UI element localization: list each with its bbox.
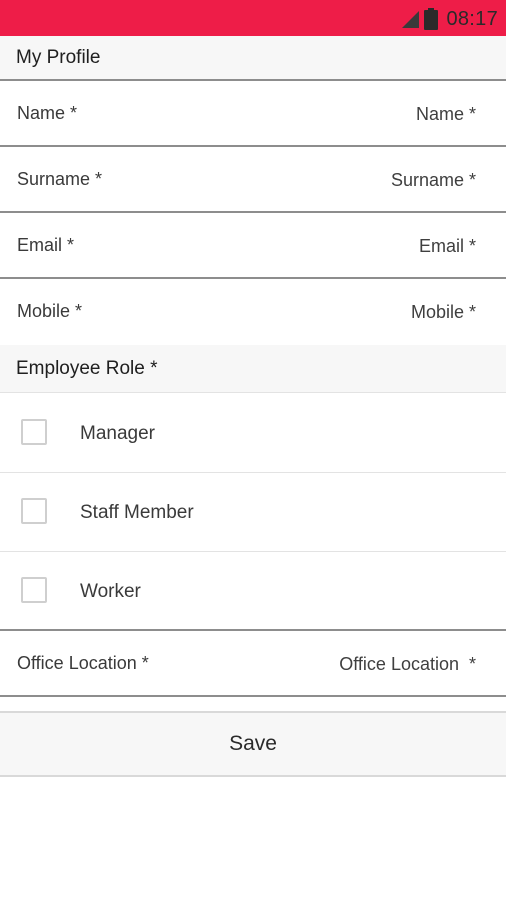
employee-role-header: Employee Role * xyxy=(0,345,506,393)
office-location-field[interactable] xyxy=(226,647,476,681)
manager-checkbox[interactable] xyxy=(21,419,47,445)
role-option-worker[interactable]: Worker xyxy=(0,553,506,631)
email-field[interactable] xyxy=(226,229,476,263)
surname-field[interactable] xyxy=(226,163,476,197)
save-button[interactable]: Save xyxy=(0,711,506,777)
surname-label: Surname * xyxy=(17,169,103,189)
status-icons: 08:17 xyxy=(400,7,498,31)
name-field[interactable] xyxy=(226,97,476,131)
role-option-manager[interactable]: Manager xyxy=(0,395,506,473)
status-bar: 08:17 xyxy=(0,0,506,36)
save-button-label: Save xyxy=(229,732,277,755)
battery-icon xyxy=(424,8,439,30)
worker-label: Worker xyxy=(80,581,141,602)
office-location-row: Office Location * xyxy=(0,633,506,697)
surname-row: Surname * xyxy=(0,149,506,213)
profile-header: My Profile xyxy=(0,36,506,81)
name-row: Name * xyxy=(0,83,506,147)
mobile-row: Mobile * xyxy=(0,281,506,345)
status-time: 08:17 xyxy=(446,7,498,30)
manager-label: Manager xyxy=(80,423,155,444)
profile-title: My Profile xyxy=(16,46,101,68)
mobile-label: Mobile * xyxy=(17,301,83,321)
email-row: Email * xyxy=(0,215,506,279)
office-location-label: Office Location * xyxy=(17,653,149,673)
signal-icon xyxy=(402,11,420,28)
name-label: Name * xyxy=(17,103,78,123)
employee-role-title: Employee Role * xyxy=(16,357,158,379)
mobile-field[interactable] xyxy=(226,295,476,329)
staff-member-label: Staff Member xyxy=(80,502,194,523)
worker-checkbox[interactable] xyxy=(21,577,47,603)
role-option-staff-member[interactable]: Staff Member xyxy=(0,474,506,552)
staff-member-checkbox[interactable] xyxy=(21,498,47,524)
email-label: Email * xyxy=(17,235,75,255)
